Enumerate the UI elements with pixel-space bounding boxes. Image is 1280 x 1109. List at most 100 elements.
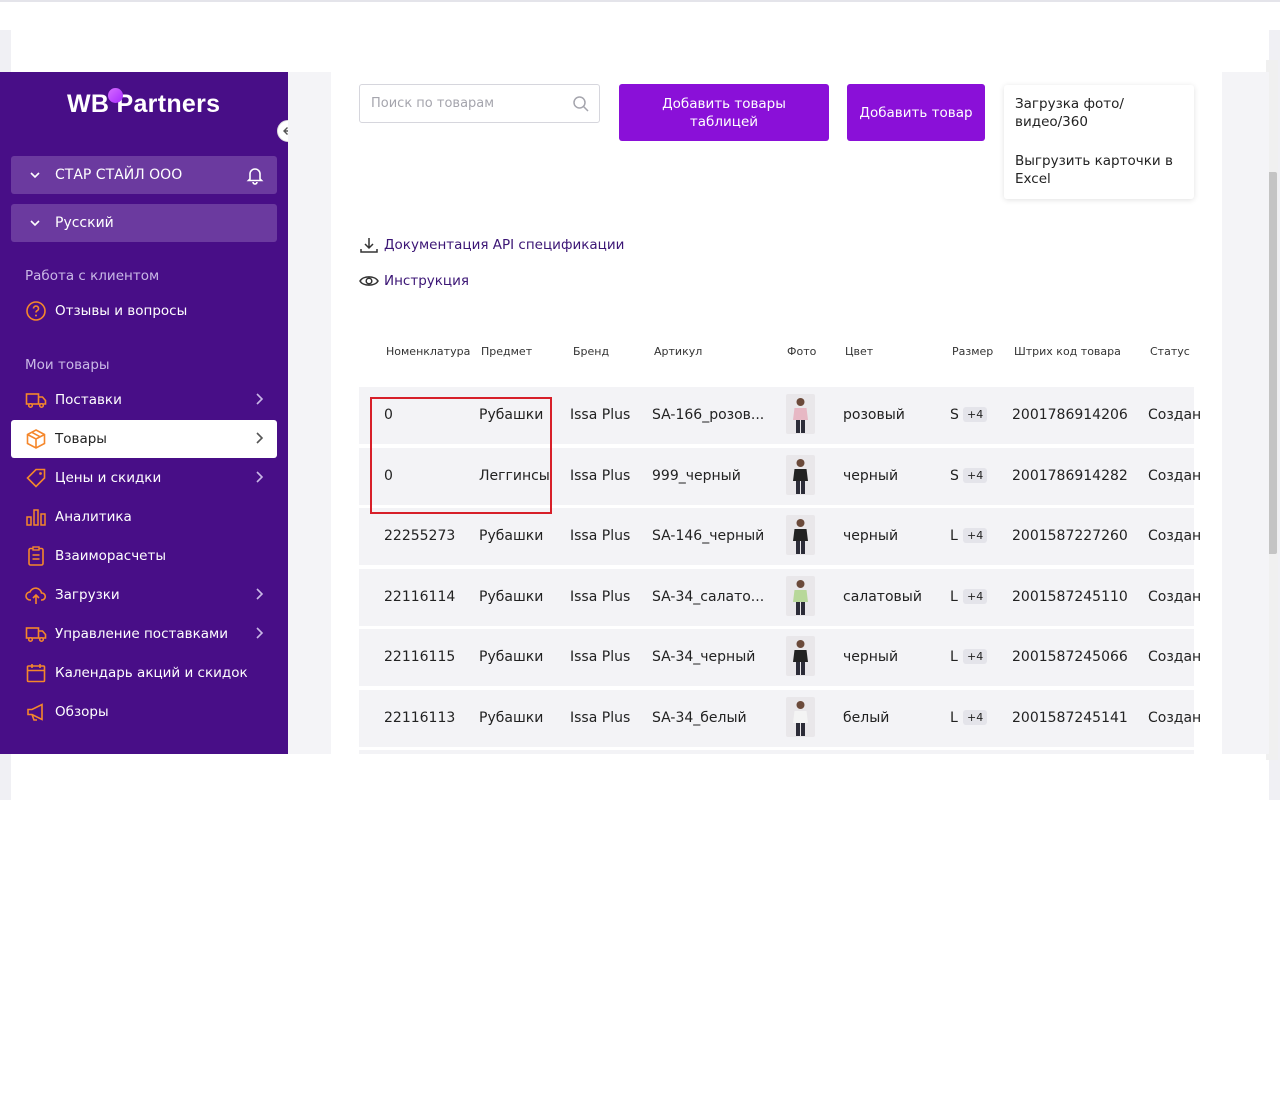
- table-row[interactable]: 22116115 Рубашки Issa Plus SA-34_черный …: [359, 629, 1201, 686]
- cell-status: Создан: [1148, 649, 1202, 665]
- table-row[interactable]: 0 Леггинсы Issa Plus 999_черный черный S…: [359, 447, 1201, 505]
- sidebar-item-label: Отзывы и вопросы: [55, 303, 188, 319]
- cell-article[interactable]: SA-34_черный: [652, 649, 755, 665]
- cell-color: черный: [843, 528, 899, 544]
- col-header-color[interactable]: Цвет: [845, 345, 873, 358]
- instruction-link[interactable]: Инструкция: [359, 272, 469, 290]
- logo-dot: [108, 88, 123, 103]
- menu-item-export-excel[interactable]: Выгрузить карточки в Excel: [1015, 152, 1183, 188]
- sidebar-item-reviews-promo[interactable]: Обзоры: [11, 693, 277, 731]
- col-header-brand[interactable]: Бренд: [573, 345, 609, 358]
- actions-menu: Загрузка фото/ видео/360 Выгрузить карто…: [1004, 85, 1194, 199]
- more-sizes-badge[interactable]: +4: [963, 709, 988, 725]
- sidebar-item-label: Товары: [55, 431, 107, 447]
- org-selector[interactable]: СТАР СТАЙЛ ООО: [11, 156, 277, 194]
- col-header-size[interactable]: Размер: [952, 345, 993, 358]
- cell-article[interactable]: SA-166_розов...: [652, 407, 764, 423]
- person-photo-icon: [793, 519, 808, 554]
- cell-barcode: 2001587227260: [1012, 528, 1128, 544]
- col-header-nm[interactable]: Номенклатура: [386, 345, 470, 358]
- chevron-right-icon: [256, 627, 264, 639]
- instruction-label: Инструкция: [384, 273, 470, 289]
- sidebar-item-settlements[interactable]: Взаиморасчеты: [11, 537, 277, 575]
- cell-article[interactable]: 999_черный: [652, 468, 741, 484]
- truck-icon: [25, 623, 47, 645]
- cell-size: S: [950, 407, 959, 423]
- chevron-down-icon: [30, 172, 40, 179]
- cell-status: Создан: [1148, 588, 1202, 605]
- main-content: Поиск по товарам Добавить товары таблице…: [331, 72, 1222, 754]
- table-row[interactable]: 0 Рубашки Issa Plus SA-166_розов... розо…: [359, 387, 1201, 444]
- sidebar-item-label: Управление поставками: [55, 626, 228, 642]
- sidebar-item-supply-management[interactable]: Управление поставками: [11, 615, 277, 653]
- product-photo[interactable]: [786, 575, 815, 616]
- cell-nm: 22116114: [384, 588, 456, 605]
- cell-nm: 22255273: [384, 528, 456, 544]
- table-row-partial: [359, 750, 1194, 754]
- product-photo[interactable]: [786, 515, 815, 555]
- product-photo[interactable]: [786, 636, 815, 676]
- cell-status: Создан: [1148, 709, 1202, 726]
- person-photo-icon: [793, 458, 808, 494]
- cell-barcode: 2001587245141: [1012, 709, 1128, 726]
- sidebar-item-label: Поставки: [55, 392, 122, 408]
- col-header-status[interactable]: Статус: [1150, 345, 1190, 358]
- sidebar-item-reviews[interactable]: Отзывы и вопросы: [11, 292, 277, 330]
- cell-article[interactable]: SA-146_черный: [652, 528, 764, 544]
- logo: WB Partners: [67, 90, 221, 118]
- product-photo[interactable]: [786, 696, 815, 737]
- cell-size: L: [950, 709, 958, 726]
- search-icon: [573, 96, 589, 112]
- content-gutter: [288, 72, 331, 754]
- cell-size: L: [950, 528, 958, 544]
- col-header-barcode[interactable]: Штрих код товара: [1014, 345, 1121, 358]
- table-row[interactable]: 22116113 Рубашки Issa Plus SA-34_белый б…: [359, 689, 1201, 747]
- more-sizes-badge[interactable]: +4: [963, 407, 988, 422]
- sidebar-item-goods[interactable]: Товары: [11, 420, 277, 458]
- col-header-subject[interactable]: Предмет: [481, 345, 532, 358]
- cell-subject: Рубашки: [479, 407, 544, 423]
- more-sizes-badge[interactable]: +4: [963, 528, 988, 543]
- cell-size: S: [950, 467, 959, 484]
- sidebar: WB Partners СТАР СТАЙЛ ООО Русский Работ…: [0, 72, 288, 754]
- product-photo[interactable]: [786, 394, 815, 434]
- more-sizes-badge[interactable]: +4: [963, 467, 988, 483]
- calendar-icon: [25, 662, 47, 684]
- menu-item-upload-media[interactable]: Загрузка фото/ видео/360: [1015, 95, 1183, 131]
- cell-article[interactable]: SA-34_салато...: [652, 589, 764, 605]
- cell-color: белый: [843, 709, 890, 726]
- person-photo-icon: [793, 398, 808, 433]
- sidebar-item-analytics[interactable]: Аналитика: [11, 498, 277, 536]
- language-selector[interactable]: Русский: [11, 204, 277, 242]
- sidebar-item-uploads[interactable]: Загрузки: [11, 576, 277, 614]
- api-doc-link[interactable]: Документация API спецификации: [359, 236, 624, 254]
- chevron-right-icon: [256, 588, 264, 600]
- product-photo[interactable]: [786, 454, 815, 495]
- eye-icon: [359, 276, 379, 286]
- tag-icon: [25, 467, 47, 489]
- table-row[interactable]: 22255273 Рубашки Issa Plus SA-146_черный…: [359, 508, 1201, 565]
- cell-barcode: 2001587245066: [1012, 649, 1128, 665]
- col-header-article[interactable]: Артикул: [654, 345, 702, 358]
- clipboard-icon: [25, 545, 47, 567]
- cell-article[interactable]: SA-34_белый: [652, 710, 747, 726]
- cell-brand: Issa Plus: [570, 588, 631, 605]
- sidebar-item-label: Обзоры: [55, 704, 109, 720]
- bell-icon[interactable]: [245, 165, 265, 185]
- table-row[interactable]: 22116114 Рубашки Issa Plus SA-34_салато.…: [359, 568, 1201, 626]
- add-items-table-button[interactable]: Добавить товары таблицей: [619, 84, 829, 141]
- cell-subject: Леггинсы: [479, 467, 550, 484]
- cell-status: Создан: [1148, 528, 1202, 544]
- sidebar-item-supplies[interactable]: Поставки: [11, 381, 277, 419]
- cell-subject: Рубашки: [479, 528, 544, 544]
- sidebar-item-promo-calendar[interactable]: Календарь акций и скидок: [11, 654, 277, 692]
- more-sizes-badge[interactable]: +4: [963, 588, 988, 604]
- cell-color: черный: [843, 649, 899, 665]
- add-item-button[interactable]: Добавить товар: [847, 84, 985, 141]
- cell-size: L: [950, 649, 958, 665]
- cell-nm: 0: [384, 407, 393, 423]
- megaphone-icon: [25, 701, 47, 723]
- more-sizes-badge[interactable]: +4: [963, 649, 988, 664]
- sidebar-item-prices[interactable]: Цены и скидки: [11, 459, 277, 497]
- search-input[interactable]: Поиск по товарам: [359, 84, 600, 123]
